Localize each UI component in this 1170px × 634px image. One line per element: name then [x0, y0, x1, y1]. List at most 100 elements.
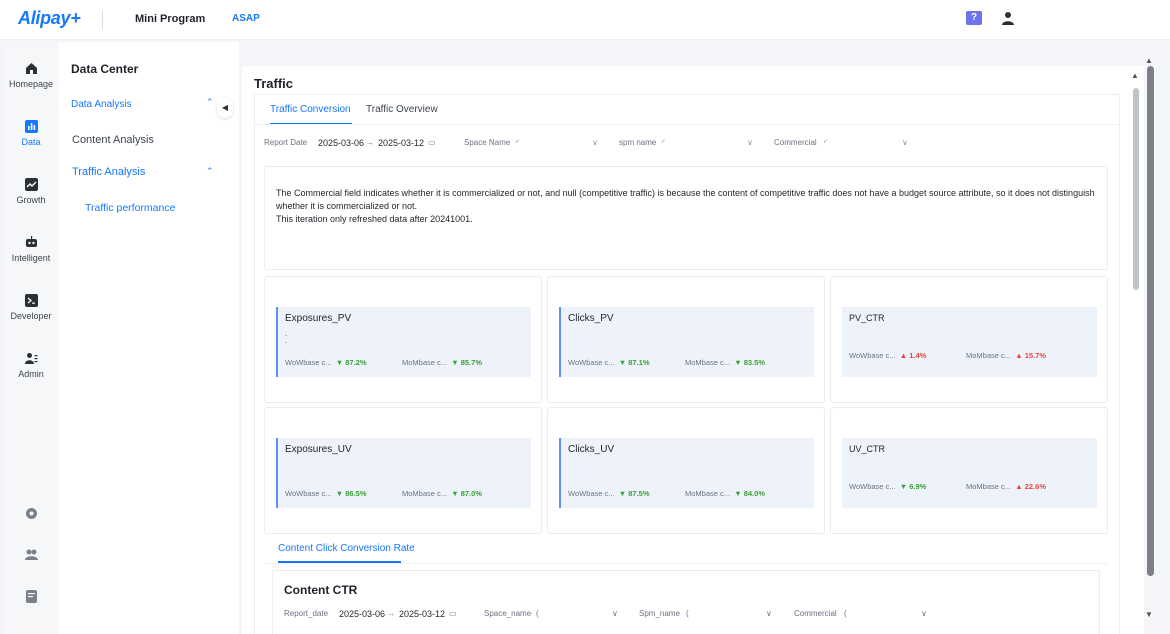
help-icon[interactable]: ? [966, 11, 982, 25]
metric-title: UV_CTR [849, 444, 886, 454]
tab-traffic-overview[interactable]: Traffic Overview [366, 104, 438, 115]
chevron-down-icon[interactable]: ∨ [592, 138, 598, 147]
rail-people[interactable] [3, 548, 59, 566]
subnav-item-traffic-performance[interactable]: Traffic performance [85, 202, 175, 214]
loading-icon: ◜ [824, 138, 828, 147]
mom-label: MoMbase c... [966, 482, 1012, 491]
rail-label: Growth [16, 195, 46, 205]
subnav-title: Data Center [71, 62, 139, 76]
down-arrow-icon: ▼ [335, 358, 344, 367]
mom-label: MoMbase c... [966, 351, 1012, 360]
rail-item-homepage[interactable]: Homepage [3, 62, 59, 89]
collapse-sidebar-button[interactable]: ◀ [217, 98, 233, 118]
wow-label: WoWbase c... [849, 482, 896, 491]
scroll-up-icon[interactable]: ▲ [1131, 71, 1139, 80]
wow-value: 1.4% [909, 351, 927, 360]
wow-label: WoWbase c... [849, 351, 896, 360]
rail-label: Admin [18, 369, 44, 379]
top-nav-asap[interactable]: ASAP [232, 13, 260, 24]
tab-divider [254, 124, 1120, 125]
down-arrow-icon: ▼ [734, 489, 742, 498]
sub-navigation: Data Center Data Analysis ⌃ Content Anal… [59, 42, 239, 634]
chevron-down-icon[interactable]: ∨ [747, 138, 753, 147]
subnav-item-traffic-analysis[interactable]: Traffic Analysis [72, 166, 145, 178]
mom-metric: MoMbase c... ▼ 83.5% [685, 358, 765, 367]
section-divider [264, 563, 1108, 564]
chart-bar-icon [24, 120, 38, 133]
start-date-input[interactable]: 2025-03-06 [339, 609, 385, 619]
alipay-logo[interactable]: Alipay+ [18, 8, 81, 29]
people-icon [24, 549, 38, 560]
wow-value: 87.1% [628, 358, 650, 367]
rail-item-data[interactable]: Data [3, 120, 59, 147]
rail-settings[interactable] [3, 507, 59, 525]
wow-value: 87.2% [345, 358, 367, 367]
mom-value: 85.7% [460, 358, 482, 367]
commercial-label: Commercial [774, 138, 817, 147]
date-separator: → [387, 609, 395, 618]
subnav-item-data-analysis[interactable]: Data Analysis [71, 99, 132, 110]
up-arrow-icon: ▲ [899, 351, 908, 360]
scroll-down-icon[interactable]: ▼ [1145, 610, 1153, 619]
start-date-input[interactable]: 2025-03-06 [318, 138, 364, 148]
end-date-input[interactable]: 2025-03-12 [378, 138, 424, 148]
chevron-down-icon[interactable]: ∨ [921, 609, 927, 618]
metric-card: Clicks_UV WoWbase c... ▼ 87.5% MoMbase c… [547, 407, 825, 534]
down-arrow-icon: ▼ [618, 489, 627, 498]
space-name-label: Space_name [484, 609, 532, 618]
tab-traffic-conversion[interactable]: Traffic Conversion [270, 104, 351, 115]
settings-icon [25, 508, 37, 519]
wow-label: WoWbase c... [285, 489, 332, 498]
inner-scrollbar-thumb[interactable] [1133, 88, 1139, 290]
down-arrow-icon: ▼ [734, 358, 742, 367]
metric-title: Exposures_UV [285, 444, 352, 455]
rail-label: Homepage [8, 79, 54, 89]
subnav-item-content-analysis[interactable]: Content Analysis [72, 134, 154, 146]
up-arrow-icon: ▲ [1015, 482, 1023, 491]
growth-chart-icon [24, 178, 38, 191]
rail-document[interactable] [3, 590, 59, 608]
main-content: Traffic Traffic Conversion Traffic Overv… [242, 66, 1128, 634]
home-icon [25, 63, 37, 74]
chevron-down-icon[interactable]: ∨ [902, 138, 908, 147]
chevron-down-icon[interactable]: ∨ [612, 609, 618, 618]
end-date-input[interactable]: 2025-03-12 [399, 609, 445, 619]
tab-content-click-conversion-rate[interactable]: Content Click Conversion Rate [278, 543, 415, 554]
chevron-down-icon[interactable]: ∨ [766, 609, 772, 618]
calendar-icon[interactable]: ▭ [449, 609, 457, 618]
top-nav-mini-program[interactable]: Mini Program [135, 13, 205, 25]
metric-card: Clicks_PV WoWbase c... ▼ 87.1% MoMbase c… [547, 276, 825, 403]
user-icon[interactable] [1002, 11, 1014, 25]
page-title: Traffic [254, 76, 294, 91]
rail-item-developer[interactable]: Developer [3, 294, 59, 321]
date-separator: → [366, 138, 374, 147]
chevron-up-icon[interactable]: ⌃ [206, 97, 214, 108]
rail-item-growth[interactable]: Growth [3, 178, 59, 205]
robot-icon [25, 236, 37, 247]
mom-value: 84.0% [743, 489, 765, 498]
commercial-label: Commercial [794, 609, 837, 618]
down-arrow-icon: ▼ [335, 489, 344, 498]
scroll-up-icon[interactable]: ▲ [1145, 56, 1153, 65]
rail-item-admin[interactable]: Admin [3, 352, 59, 379]
mom-metric: MoMbase c... ▼ 87.0% [402, 489, 482, 498]
metric-card-body: PV_CTR WoWbase c... ▲ 1.4% MoMbase c... … [842, 307, 1097, 377]
up-arrow-icon: ▲ [1015, 351, 1023, 360]
rail-item-intelligent[interactable]: Intelligent [3, 236, 59, 263]
loading-icon: ( [536, 609, 539, 618]
notice-line-1: The Commercial field indicates whether i… [276, 188, 1095, 211]
rail-label: Developer [10, 311, 52, 321]
outer-scrollbar-thumb[interactable] [1147, 66, 1154, 576]
metric-title: Clicks_UV [568, 444, 615, 455]
metric-title: PV_CTR [849, 313, 885, 323]
icon-rail: Homepage Data Growth Intelligent Develop… [3, 42, 59, 634]
calendar-icon[interactable]: ▭ [428, 138, 436, 147]
down-arrow-icon: ▼ [451, 358, 459, 367]
rail-label: Intelligent [11, 253, 51, 263]
mom-value: 15.7% [1024, 351, 1046, 360]
chevron-up-icon[interactable]: ⌃ [206, 166, 214, 177]
terminal-icon [24, 294, 38, 307]
down-arrow-icon: ▼ [618, 358, 627, 367]
wow-value: 86.5% [345, 489, 367, 498]
metric-card-body: Clicks_PV WoWbase c... ▼ 87.1% MoMbase c… [559, 307, 814, 377]
